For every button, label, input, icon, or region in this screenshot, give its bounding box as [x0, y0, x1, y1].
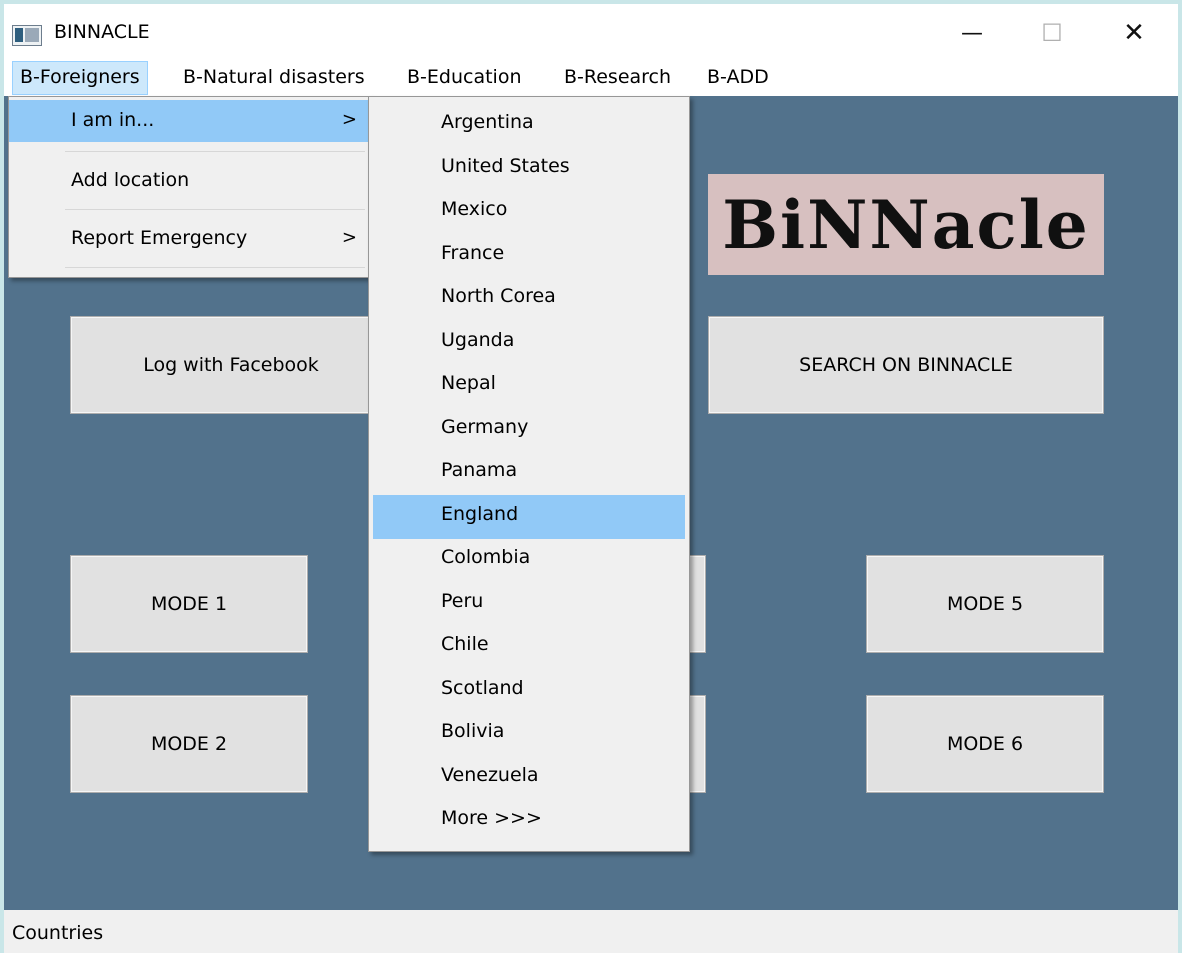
menu-item-add-location[interactable]: Add location: [9, 159, 371, 203]
mode-6-button[interactable]: MODE 6: [866, 695, 1104, 793]
country-item-argentina[interactable]: Argentina: [373, 103, 685, 147]
menu-b-research[interactable]: B-Research: [557, 61, 678, 93]
menu-separator: [65, 151, 365, 152]
facebook-button-label: Log with Facebook: [143, 354, 319, 376]
country-item-mexico[interactable]: Mexico: [373, 190, 685, 234]
menu-separator: [65, 209, 365, 210]
country-item-chile[interactable]: Chile: [373, 625, 685, 669]
country-item-united-states[interactable]: United States: [373, 147, 685, 191]
country-item-north-corea[interactable]: North Corea: [373, 277, 685, 321]
maximize-icon: ☐: [1041, 19, 1063, 47]
window-title: BINNACLE: [54, 21, 150, 43]
menu-bar: B-Foreigners B-Natural disasters B-Educa…: [4, 60, 1178, 96]
country-item-label: United States: [441, 154, 570, 177]
chevron-right-icon: >: [341, 227, 357, 248]
title-bar[interactable]: BINNACLE — ☐ ✕: [4, 4, 1178, 60]
country-item-label: Chile: [441, 633, 489, 655]
country-item-label: More >>>: [441, 807, 542, 829]
close-icon: ✕: [1123, 18, 1145, 48]
country-item-colombia[interactable]: Colombia: [373, 538, 685, 582]
close-button[interactable]: ✕: [1110, 10, 1158, 56]
country-item-panama[interactable]: Panama: [373, 451, 685, 495]
chevron-right-icon: >: [341, 109, 357, 130]
mode-5-button[interactable]: MODE 5: [866, 555, 1104, 653]
country-item-nepal[interactable]: Nepal: [373, 364, 685, 408]
foreigners-dropdown: I am in... > Add location Report Emergen…: [8, 96, 372, 278]
country-item-venezuela[interactable]: Venezuela: [373, 756, 685, 800]
country-item-label: Argentina: [441, 111, 534, 133]
country-item-scotland[interactable]: Scotland: [373, 669, 685, 713]
country-item-uganda[interactable]: Uganda: [373, 321, 685, 365]
menu-separator: [65, 267, 365, 268]
country-item-peru[interactable]: Peru: [373, 582, 685, 626]
menu-item-add-location-label: Add location: [71, 169, 190, 191]
maximize-button[interactable]: ☐: [1028, 10, 1076, 56]
country-item-england[interactable]: England: [373, 494, 685, 539]
country-item-label: England: [441, 502, 519, 525]
menu-item-i-am-in[interactable]: I am in... >: [9, 100, 371, 142]
country-item-france[interactable]: France: [373, 234, 685, 278]
status-bar: Countries: [4, 910, 1178, 953]
log-with-facebook-button[interactable]: Log with Facebook: [70, 316, 392, 414]
country-item-label: France: [441, 241, 505, 264]
mode-2-label: MODE 2: [150, 733, 228, 755]
binnacle-logo: BiNNacle: [708, 174, 1104, 275]
app-window-icon[interactable]: [12, 25, 42, 46]
country-item-label: Mexico: [441, 198, 508, 220]
window-border-right: [1178, 0, 1182, 953]
country-item-bolivia[interactable]: Bolivia: [373, 712, 685, 756]
country-item-label: Nepal: [441, 372, 496, 394]
country-item-label: Panama: [441, 459, 518, 481]
country-item-more[interactable]: More >>>: [373, 799, 685, 843]
logo-text: BiNNacle: [722, 185, 1090, 264]
country-item-label: Peru: [441, 589, 484, 612]
minimize-button[interactable]: —: [948, 10, 996, 56]
mode-5-label: MODE 5: [946, 593, 1024, 615]
country-item-label: Venezuela: [441, 763, 539, 786]
menu-item-report-emergency-label: Report Emergency: [71, 227, 248, 249]
country-item-label: Scotland: [441, 676, 524, 699]
countries-submenu: Argentina United States Mexico France North …: [368, 96, 690, 852]
status-text: Countries: [12, 922, 104, 944]
country-item-label: North Corea: [441, 285, 556, 307]
search-on-binnacle-button[interactable]: SEARCH ON BINNACLE: [708, 316, 1104, 414]
mode-6-label: MODE 6: [946, 733, 1024, 755]
menu-item-i-am-in-label: I am in...: [71, 109, 155, 131]
country-item-label: Bolivia: [441, 720, 505, 742]
menu-b-natural-disasters[interactable]: B-Natural disasters: [176, 61, 372, 93]
country-item-label: Germany: [441, 415, 529, 438]
menu-item-report-emergency[interactable]: Report Emergency >: [9, 217, 371, 261]
country-item-germany[interactable]: Germany: [373, 408, 685, 452]
menu-b-education[interactable]: B-Education: [400, 61, 528, 93]
country-item-label: Colombia: [441, 546, 531, 568]
menu-b-foreigners[interactable]: B-Foreigners: [12, 61, 148, 95]
mode-1-button[interactable]: MODE 1: [70, 555, 308, 653]
minimize-icon: —: [961, 20, 983, 46]
country-item-label: Uganda: [441, 328, 515, 351]
mode-1-label: MODE 1: [150, 593, 228, 615]
menu-b-add[interactable]: B-ADD: [700, 61, 776, 93]
mode-2-button[interactable]: MODE 2: [70, 695, 308, 793]
search-button-label: SEARCH ON BINNACLE: [799, 354, 1013, 376]
